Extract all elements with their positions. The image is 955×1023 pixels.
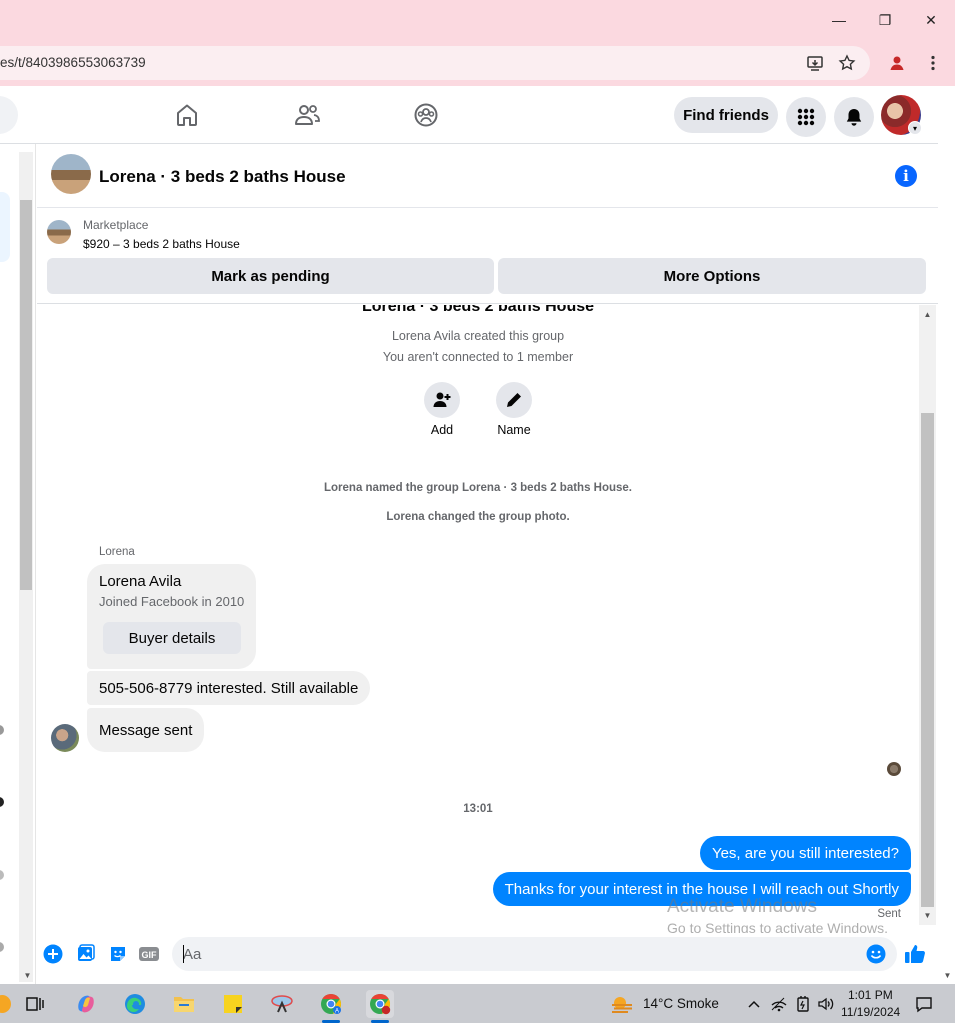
info-icon[interactable]: i <box>895 165 917 187</box>
group-created-note: Lorena Avila created this group <box>391 329 565 343</box>
marketplace-listing-bar: Marketplace $920 – 3 beds 2 baths House … <box>37 209 938 304</box>
listing-thumbnail[interactable] <box>47 220 71 244</box>
mark-as-pending-button[interactable]: Mark as pending <box>47 258 494 294</box>
groups-icon[interactable] <box>410 99 442 131</box>
bell-icon[interactable] <box>834 97 874 137</box>
message-composer: GIF <box>37 933 938 983</box>
message-timestamp: 13:01 <box>463 803 493 815</box>
more-options-button[interactable]: More Options <box>498 258 926 294</box>
pencil-icon <box>507 393 521 407</box>
activate-windows-watermark: Activate Windows <box>667 896 817 917</box>
url-text[interactable]: es/t/8403986553063739 <box>0 55 146 70</box>
home-icon[interactable] <box>171 99 203 131</box>
snipping-tool-icon[interactable] <box>268 990 296 1018</box>
browser-menu-icon[interactable] <box>923 53 943 73</box>
outgoing-message[interactable]: Yes, are you still interested? <box>699 836 911 870</box>
browser-toolbar: es/t/8403986553063739 <box>0 40 955 86</box>
restore-button[interactable]: ❐ <box>862 8 908 32</box>
conversation-area: Lorena · 3 beds 2 baths House Lorena Avi… <box>37 305 919 933</box>
svg-text:GIF: GIF <box>142 950 158 960</box>
sender-avatar[interactable] <box>51 724 79 752</box>
group-title: Lorena · 3 beds 2 baths House <box>361 305 595 315</box>
sent-status: Sent <box>877 908 901 920</box>
add-label: Add <box>430 423 454 437</box>
not-connected-note: You aren't connected to 1 member <box>382 350 574 364</box>
minimize-button[interactable]: — <box>816 8 862 32</box>
read-receipt-avatar <box>887 762 901 776</box>
name-group-button[interactable] <box>496 382 532 418</box>
profile-card-message[interactable]: Lorena Avila Joined Facebook in 2010 Buy… <box>87 564 256 669</box>
marketplace-label: Marketplace <box>83 218 149 232</box>
menu-grid-icon[interactable] <box>786 97 826 137</box>
file-explorer-icon[interactable] <box>170 990 198 1018</box>
chat-header: Lorena · 3 beds 2 baths House i <box>37 144 938 208</box>
buyer-details-button[interactable]: Buyer details <box>103 622 241 654</box>
chevron-down-icon[interactable]: ▾ <box>908 121 922 135</box>
windows-taskbar: A 14°C Smoke 1:01 PM 11/19/2024 <box>0 984 955 1023</box>
copilot-icon[interactable] <box>72 990 100 1018</box>
clock-time[interactable]: 1:01 PM <box>848 988 893 1002</box>
add-member-button[interactable] <box>424 382 460 418</box>
start-icon[interactable] <box>0 990 16 1018</box>
browser-profile-icon[interactable] <box>887 53 907 73</box>
edge-icon[interactable] <box>121 990 149 1018</box>
group-named-note: Lorena named the group Lorena · 3 beds 2… <box>324 482 632 494</box>
photo-icon[interactable] <box>75 943 97 965</box>
gif-icon[interactable]: GIF <box>138 943 160 965</box>
sticker-icon[interactable] <box>107 943 129 965</box>
facebook-header: Find friends ▾ <box>0 86 938 144</box>
text-caret <box>183 945 184 963</box>
plus-circle-icon[interactable] <box>42 943 64 965</box>
svg-text:A: A <box>335 1009 339 1015</box>
find-friends-button[interactable]: Find friends <box>674 97 778 133</box>
scroll-down-arrow-icon[interactable]: ▼ <box>939 968 955 982</box>
conversation-scrollbar-thumb[interactable] <box>921 413 934 907</box>
search-box[interactable] <box>0 96 18 134</box>
emoji-icon[interactable] <box>865 943 887 965</box>
scroll-up-arrow-icon[interactable]: ▲ <box>919 307 936 321</box>
chrome-icon[interactable]: A <box>317 990 345 1018</box>
name-label: Name <box>497 423 531 437</box>
message-input[interactable] <box>172 937 897 971</box>
thumbs-up-icon[interactable] <box>904 943 926 965</box>
notification-icon[interactable] <box>910 990 938 1018</box>
window-title-bar: — ❐ ✕ <box>0 0 955 40</box>
listing-price-title[interactable]: $920 – 3 beds 2 baths House <box>83 237 240 251</box>
chrome-profile-icon[interactable] <box>366 990 394 1018</box>
scroll-down-arrow-icon[interactable]: ▼ <box>19 968 36 982</box>
group-photo[interactable] <box>51 154 91 194</box>
selected-chat-highlight <box>0 192 10 262</box>
weather-text[interactable]: 14°C Smoke <box>643 996 719 1011</box>
sender-name: Lorena <box>99 546 135 558</box>
chat-title[interactable]: Lorena · 3 beds 2 baths House <box>99 167 346 187</box>
install-app-icon[interactable] <box>805 53 825 73</box>
sidebar-scrollbar-thumb[interactable] <box>20 200 32 590</box>
friends-icon[interactable] <box>291 99 323 131</box>
incoming-message[interactable]: Message sent <box>87 708 205 752</box>
group-photo-changed-note: Lorena changed the group photo. <box>386 511 570 523</box>
sticky-notes-icon[interactable] <box>219 990 247 1018</box>
incoming-message[interactable]: 505-506-8779 interested. Still available <box>87 671 371 705</box>
address-bar[interactable]: es/t/8403986553063739 <box>0 46 870 80</box>
card-name: Lorena Avila <box>99 573 182 590</box>
add-person-icon <box>433 392 451 407</box>
bookmark-star-icon[interactable] <box>837 53 857 73</box>
scroll-down-arrow-icon[interactable]: ▼ <box>919 908 936 922</box>
volume-icon[interactable] <box>812 990 840 1018</box>
weather-smoke-icon[interactable] <box>608 990 636 1018</box>
close-window-button[interactable]: ✕ <box>908 8 954 32</box>
card-joined: Joined Facebook in 2010 <box>99 594 245 609</box>
clock-date[interactable]: 11/19/2024 <box>841 1005 900 1019</box>
chevron-up-icon[interactable] <box>740 990 768 1018</box>
task-view-icon[interactable] <box>21 990 49 1018</box>
